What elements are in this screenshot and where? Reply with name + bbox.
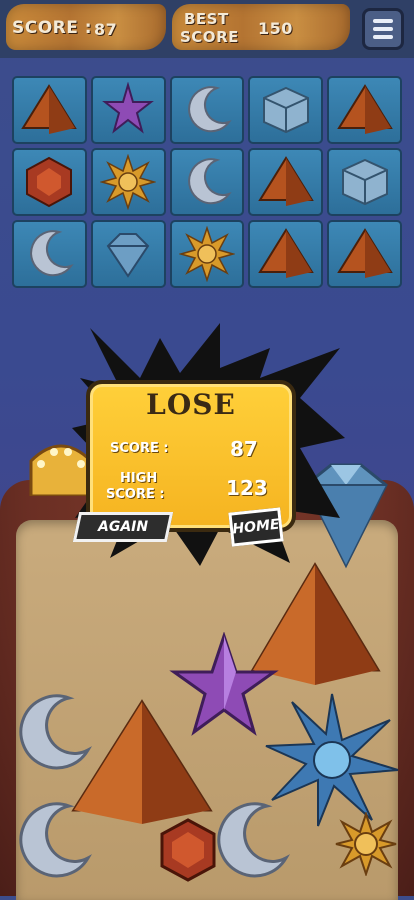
diamond-gem-icon <box>106 233 150 278</box>
hamburger-menu-icon <box>373 19 393 23</box>
again-button-label: AGAIN <box>97 519 149 535</box>
hexagon-gem <box>160 818 216 882</box>
dialog-title: LOSE <box>146 388 236 421</box>
star-gem-icon <box>102 82 155 134</box>
moon-gem-icon <box>30 230 75 277</box>
best-score-value: 150 <box>258 19 293 38</box>
grid-cell[interactable] <box>169 220 245 288</box>
grid-cell[interactable] <box>169 148 245 216</box>
grid-cell[interactable] <box>248 148 324 216</box>
hexagon-gem-icon <box>26 156 73 208</box>
score-label: SCORE : <box>12 18 93 38</box>
cube-gem-icon <box>262 86 309 134</box>
grid-cell[interactable] <box>248 76 324 144</box>
grid-cell[interactable] <box>90 220 166 288</box>
best-label-line1: BEST <box>184 10 229 28</box>
hamburger-menu-icon-bar <box>373 35 393 39</box>
grid-cell[interactable] <box>327 220 402 288</box>
again-button[interactable]: AGAIN <box>72 512 174 542</box>
cube-gem-icon <box>341 158 388 206</box>
moon-gem-icon <box>188 158 232 205</box>
dialog-high-label-line2: SCORE : <box>106 487 165 502</box>
grid-cell[interactable] <box>12 220 87 288</box>
dialog-high-value: 123 <box>226 476 268 500</box>
moon-gem-icon <box>188 86 232 133</box>
dialog-score-value: 87 <box>230 437 258 461</box>
dialog-score-label: SCORE : <box>110 441 169 456</box>
top-bar: SCORE : 87 BEST SCORE 150 <box>0 0 414 58</box>
sun-gem-icon <box>100 154 157 210</box>
gem-grid <box>12 76 402 288</box>
pyramid-gem-icon <box>257 156 314 206</box>
pyramid-gem-icon <box>257 228 314 278</box>
home-button-label: HOME <box>231 516 281 538</box>
grid-cell[interactable] <box>90 76 166 144</box>
pyramid-gem-icon <box>336 84 393 134</box>
grid-cell[interactable] <box>90 148 166 216</box>
grid-cell[interactable] <box>12 76 87 144</box>
grid-cell[interactable] <box>327 76 402 144</box>
grid-cell[interactable] <box>12 148 87 216</box>
moon-gem <box>217 802 291 878</box>
menu-button[interactable] <box>362 8 404 50</box>
moon-gem <box>19 802 93 878</box>
score-value: 87 <box>94 20 118 39</box>
grid-cell[interactable] <box>248 220 324 288</box>
grid-cell[interactable] <box>169 76 245 144</box>
home-button[interactable]: HOME <box>228 507 284 547</box>
dialog-high-label-line1: HIGH <box>120 471 158 486</box>
grid-cell[interactable] <box>327 148 402 216</box>
sun-gem-icon <box>178 226 235 282</box>
sun-gem <box>335 812 397 876</box>
hamburger-menu-icon-bar <box>373 27 393 31</box>
pyramid-gem-icon <box>21 84 78 134</box>
pyramid-gem-icon <box>336 228 393 278</box>
best-label-line2: SCORE <box>180 28 239 46</box>
